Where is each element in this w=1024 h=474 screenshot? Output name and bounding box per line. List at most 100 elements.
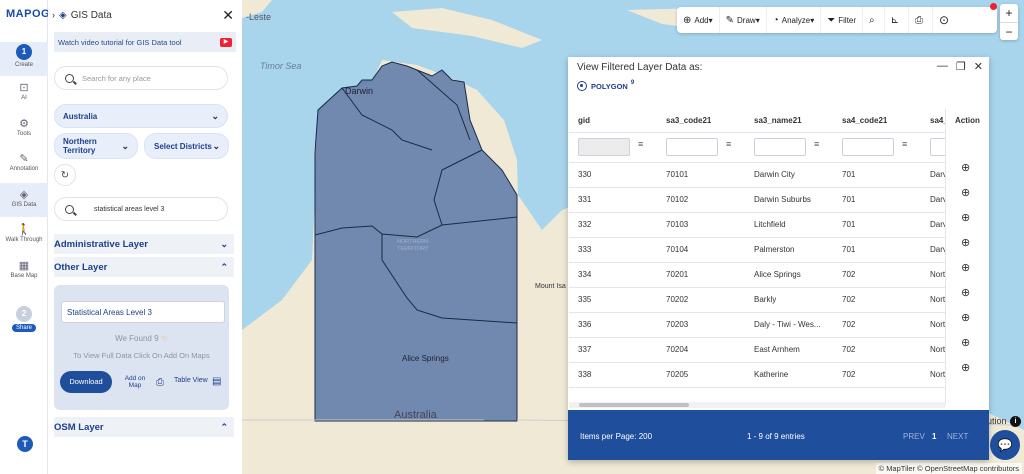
scrollbar-thumb[interactable] xyxy=(579,403,689,407)
found-text: We Found 9 xyxy=(115,334,159,343)
help-avatar[interactable]: T xyxy=(17,436,33,452)
items-per-page[interactable]: Items per Page: 200 xyxy=(580,432,652,441)
zoom-out-button[interactable]: − xyxy=(1000,22,1018,40)
app-logo[interactable]: MAPOG xyxy=(6,8,50,20)
administrative-layer-header[interactable]: Administrative Layer ⌄ xyxy=(54,234,234,254)
window-controls: — ❐ ✕ xyxy=(937,60,983,73)
zoom-in-button[interactable]: + xyxy=(1000,4,1018,22)
table-row[interactable]: 335 70202 Barkly 702 Nort xyxy=(569,288,988,313)
rail-annotation[interactable]: ✎ Annotation xyxy=(0,153,48,172)
print-icon: ⎙ xyxy=(915,14,924,26)
rail-walkthrough[interactable]: 🚶 Walk Through xyxy=(0,224,48,243)
filter-button[interactable]: ⏷ Filter xyxy=(821,7,864,33)
place-search-input[interactable]: Search for any place xyxy=(54,66,228,90)
tutorial-banner[interactable]: Watch video tutorial for GIS Data tool ▶ xyxy=(54,32,236,52)
filter-icon[interactable]: ≡ xyxy=(902,139,907,149)
search-map-button[interactable]: ⌕ xyxy=(863,7,885,33)
minimize-icon[interactable]: — xyxy=(937,60,948,73)
column-header[interactable]: sa3_name21 xyxy=(754,109,802,133)
geometry-radio[interactable]: POLYGON 9 xyxy=(577,80,634,91)
add-on-map-button[interactable]: Add on Map xyxy=(122,375,148,389)
chevron-up-icon: ⌃ xyxy=(220,261,228,272)
ai-icon: ⊡ xyxy=(19,82,29,94)
table-row[interactable]: 336 70203 Daly - Tiwi - Wes... 702 Nort xyxy=(569,313,988,338)
table-row[interactable]: 334 70201 Alice Springs 702 Nort xyxy=(569,263,988,288)
entries-count: 1 - 9 of 9 entries xyxy=(747,432,805,441)
rail-share[interactable]: 2 Share xyxy=(0,306,48,332)
zoom-to-icon[interactable]: ⊕ xyxy=(961,211,970,224)
column-header[interactable]: sa4_code21 xyxy=(842,109,887,133)
table-cell: 70101 xyxy=(666,170,689,179)
info-icon[interactable]: i xyxy=(1010,416,1021,427)
rail-label-annotation: Annotation xyxy=(9,166,39,172)
column-header[interactable]: sa3_code21 xyxy=(666,109,711,133)
rail-label-create: Create xyxy=(14,62,33,68)
rail-label-basemap: Base Map xyxy=(10,273,38,279)
zoom-to-icon[interactable]: ⊕ xyxy=(961,161,970,174)
filter-icon[interactable]: ≡ xyxy=(638,139,643,149)
horizontal-scrollbar[interactable] xyxy=(569,402,945,408)
district-select[interactable]: Select Districts ⌄ xyxy=(144,133,229,159)
rail-basemap[interactable]: ▦ Base Map xyxy=(0,260,48,279)
filter-input-sa3-code[interactable] xyxy=(666,138,718,156)
osm-layer-header[interactable]: OSM Layer ⌃ xyxy=(54,417,234,437)
chat-button[interactable]: 💬 xyxy=(990,430,1020,460)
print-button[interactable]: ⎙ xyxy=(909,7,934,33)
draw-button[interactable]: ✎ Draw ▾ xyxy=(720,7,767,33)
zoom-to-icon[interactable]: ⊕ xyxy=(961,286,970,299)
table-cell: Nort xyxy=(930,345,946,354)
analyze-button[interactable]: ◔ Analyze ▾ xyxy=(767,7,822,33)
measure-button[interactable]: ⊾ xyxy=(885,7,910,33)
other-layer-header[interactable]: Other Layer ⌃ xyxy=(54,257,234,277)
table-cell: Katherine xyxy=(754,370,789,379)
download-button[interactable]: Download xyxy=(60,371,112,393)
rail-create[interactable]: 1 Create xyxy=(0,42,48,76)
table-row[interactable]: 337 70204 East Arnhem 702 Nort xyxy=(569,338,988,363)
close-icon[interactable]: ✕ xyxy=(222,7,234,24)
layer-search-value: statistical areas level 3 xyxy=(94,205,165,213)
table-cell: 702 xyxy=(842,295,856,304)
chart-icon: ◔ xyxy=(772,14,779,26)
table-row[interactable]: 338 70205 Katherine 702 Nort xyxy=(569,363,988,388)
chevron-right-icon[interactable]: › xyxy=(52,10,55,20)
page-number[interactable]: 1 xyxy=(932,432,936,441)
filter-input-gid[interactable] xyxy=(578,138,630,156)
layer-name-field[interactable]: Statistical Areas Level 3 xyxy=(61,301,225,323)
zoom-to-icon[interactable]: ⊕ xyxy=(961,186,970,199)
close-icon[interactable]: ✕ xyxy=(974,60,983,73)
refresh-button[interactable]: ↻ xyxy=(54,164,76,186)
table-cell: 702 xyxy=(842,320,856,329)
place-search-placeholder: Search for any place xyxy=(82,73,151,83)
add-button[interactable]: ⊕ Add ▾ xyxy=(677,7,720,33)
zoom-to-icon[interactable]: ⊕ xyxy=(961,311,970,324)
zoom-to-icon[interactable]: ⊕ xyxy=(961,261,970,274)
youtube-icon[interactable]: ▶ xyxy=(220,37,232,47)
zoom-to-icon[interactable]: ⊕ xyxy=(961,361,970,374)
zoom-to-icon[interactable]: ⊕ xyxy=(961,336,970,349)
layer-search-input[interactable]: statistical areas level 3 xyxy=(54,197,228,221)
zoom-to-icon[interactable]: ⊕ xyxy=(961,236,970,249)
next-button[interactable]: NEXT xyxy=(947,432,968,441)
filter-icon[interactable]: ≡ xyxy=(814,139,819,149)
table-view-button[interactable]: Table View xyxy=(174,377,208,384)
rail-ai[interactable]: ⊡ AI xyxy=(0,82,48,101)
table-row[interactable]: 331 70102 Darwin Suburbs 701 Darv xyxy=(569,188,988,213)
refresh-icon: ↻ xyxy=(60,169,70,181)
maximize-icon[interactable]: ❐ xyxy=(956,60,966,73)
country-select[interactable]: Australia ⌄ xyxy=(54,104,228,128)
prev-button[interactable]: PREV xyxy=(903,432,925,441)
table-row[interactable]: 332 70103 Litchfield 701 Darv xyxy=(569,213,988,238)
table-icon[interactable]: ▤ xyxy=(212,376,221,387)
column-header[interactable]: gid xyxy=(578,109,590,133)
table-row[interactable]: 333 70104 Palmerston 701 Darv xyxy=(569,238,988,263)
table-row[interactable]: 330 70101 Darwin City 701 Darv xyxy=(569,163,988,188)
add-map-icon[interactable]: ⎙ xyxy=(156,377,164,388)
filter-input-sa3-name[interactable] xyxy=(754,138,806,156)
locate-button[interactable]: ⊙ xyxy=(933,7,958,33)
table-cell: Alice Springs xyxy=(754,270,801,279)
rail-gis-data[interactable]: ◈ GIS Data xyxy=(0,183,48,217)
rail-tools[interactable]: ⚙ Tools xyxy=(0,118,48,137)
filter-input-sa4-code[interactable] xyxy=(842,138,894,156)
state-select[interactable]: Northern Territory ⌄ xyxy=(54,133,138,159)
filter-icon[interactable]: ≡ xyxy=(726,139,731,149)
